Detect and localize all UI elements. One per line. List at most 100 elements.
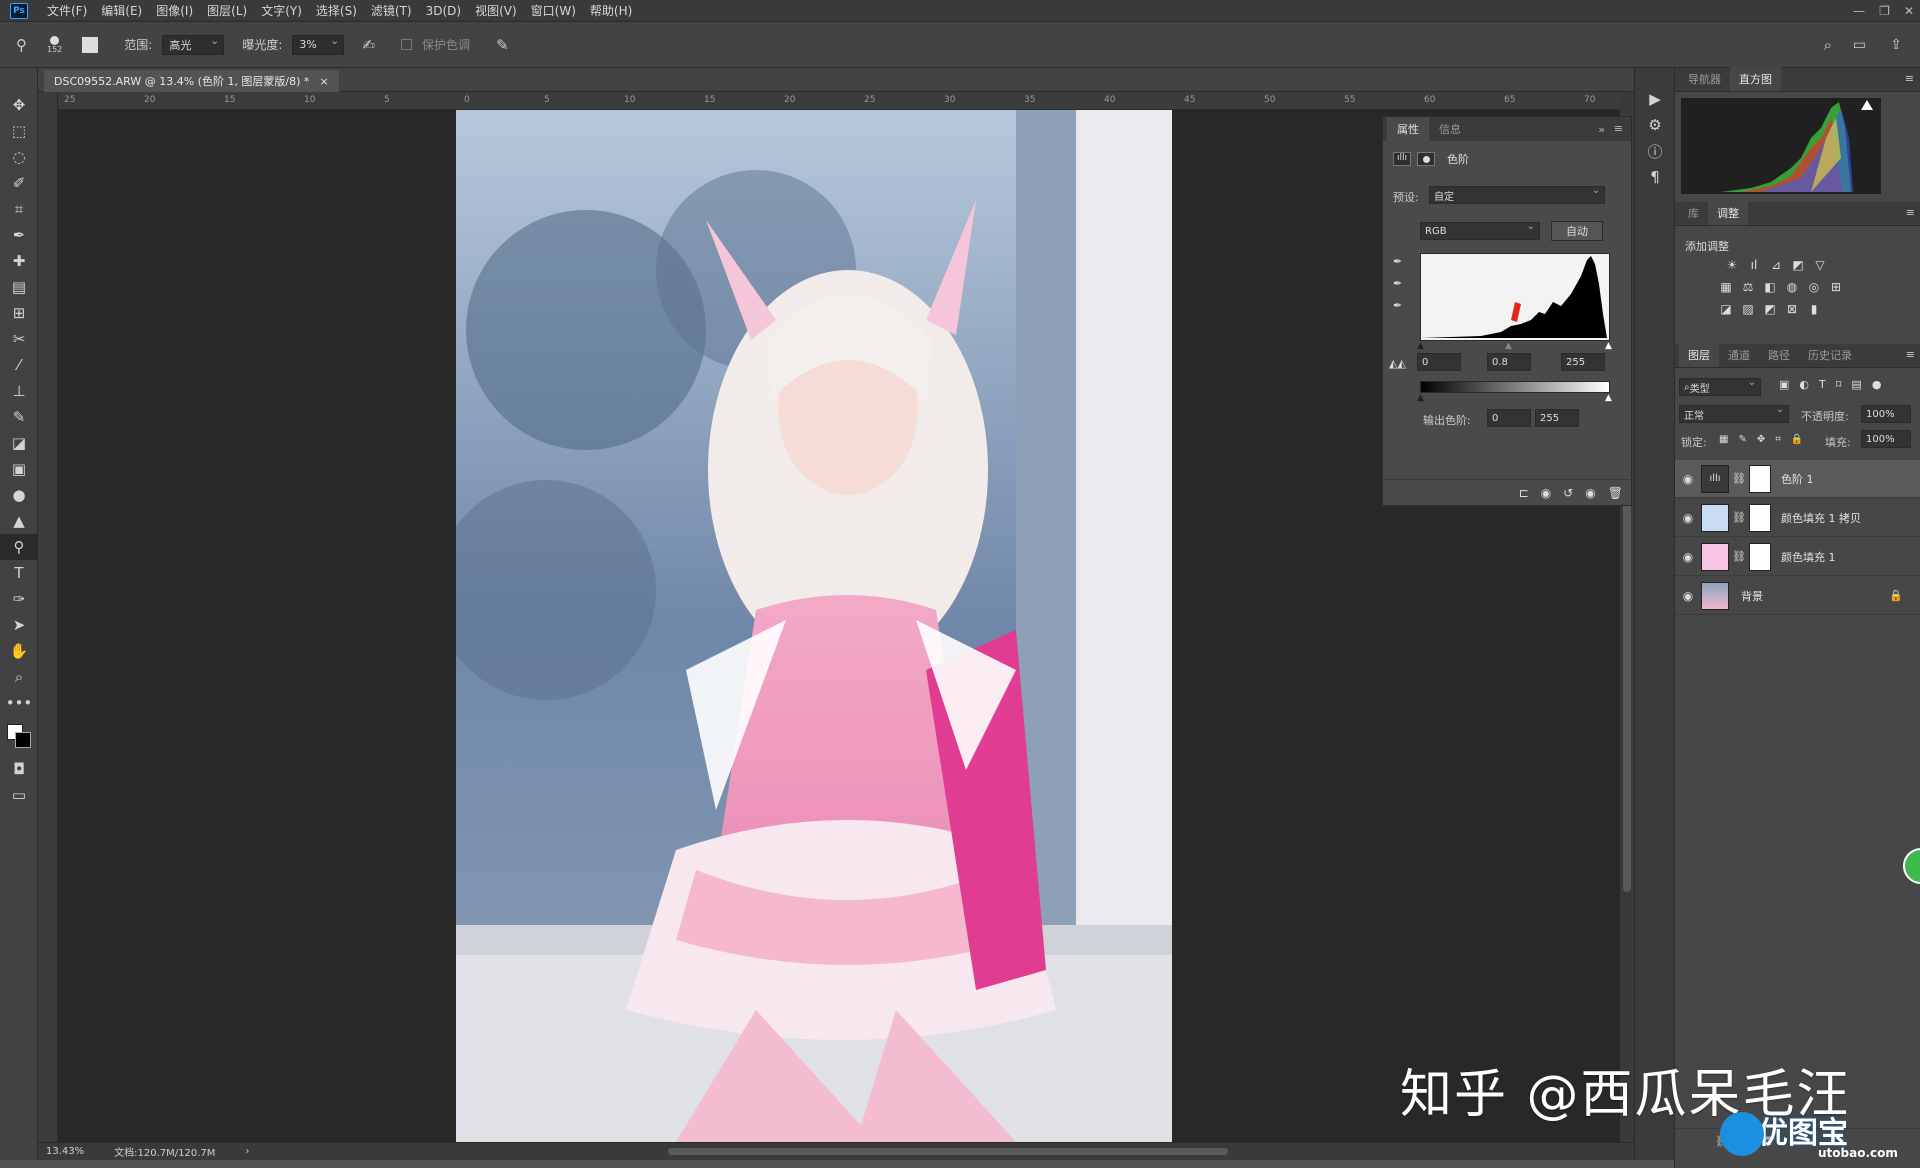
opacity-field[interactable]: 100% bbox=[1861, 405, 1911, 423]
tab-channels[interactable]: 通道 bbox=[1719, 343, 1759, 367]
range-select[interactable]: 高光 bbox=[162, 34, 225, 55]
color-swatches[interactable] bbox=[0, 716, 38, 756]
tab-navigator[interactable]: 导航器 bbox=[1679, 67, 1730, 91]
posterize-icon[interactable]: ▨ bbox=[1740, 302, 1756, 316]
info-icon[interactable]: ⓘ bbox=[1635, 138, 1675, 164]
levels-histogram[interactable] bbox=[1420, 253, 1610, 341]
lock-paint-icon[interactable]: ✎ bbox=[1738, 434, 1746, 445]
photo-filter-icon[interactable]: ◍ bbox=[1784, 280, 1800, 294]
layer-row[interactable]: ◉ ıllı ⛓ 色阶 1 bbox=[1675, 460, 1920, 498]
view-previous-icon[interactable]: ◉ bbox=[1541, 486, 1551, 500]
panel-menu-icon[interactable]: ≡ bbox=[1906, 206, 1915, 219]
history-brush-icon[interactable]: ✎ bbox=[0, 404, 38, 430]
brush-preset-picker[interactable]: 152 bbox=[47, 35, 62, 54]
type-filter-icon[interactable]: T bbox=[1819, 378, 1826, 391]
menu-select[interactable]: 选择(S) bbox=[309, 2, 364, 19]
patch-tool-icon[interactable]: ▤ bbox=[0, 274, 38, 300]
menu-type[interactable]: 文字(Y) bbox=[254, 2, 309, 19]
auto-button[interactable]: 自动 bbox=[1551, 221, 1603, 241]
chain-icon[interactable]: ⛓ bbox=[1732, 472, 1746, 485]
character-panel-icon[interactable]: ¶ bbox=[1635, 164, 1675, 190]
hue-saturation-icon[interactable]: ▦ bbox=[1718, 280, 1734, 294]
pressure-icon[interactable]: ✎ bbox=[496, 36, 509, 54]
panel-menu-icon[interactable]: ≡ bbox=[1905, 72, 1914, 85]
output-white-field[interactable]: 255 bbox=[1535, 409, 1579, 427]
eyedropper-tool-icon[interactable]: ✒ bbox=[0, 222, 38, 248]
dodge-tool-icon[interactable]: ⚲ bbox=[16, 36, 27, 54]
invert-icon[interactable]: ◪ bbox=[1718, 302, 1734, 316]
gradient-map-icon[interactable]: ▮ bbox=[1806, 302, 1822, 316]
minimize-icon[interactable]: — bbox=[1853, 4, 1865, 18]
tab-histogram[interactable]: 直方图 bbox=[1730, 67, 1781, 91]
vertical-ruler[interactable] bbox=[38, 92, 58, 1142]
input-black-slider[interactable]: ▲ bbox=[1417, 341, 1424, 351]
marquee-tool-icon[interactable]: ⬚ bbox=[0, 118, 38, 144]
gradient-tool-icon[interactable]: ▣ bbox=[0, 456, 38, 482]
layer-name[interactable]: 颜色填充 1 bbox=[1781, 549, 1836, 565]
gray-point-eyedropper-icon[interactable]: ✒ bbox=[1393, 277, 1402, 290]
channel-mixer-icon[interactable]: ◎ bbox=[1806, 280, 1822, 294]
type-tool-icon[interactable]: T bbox=[0, 560, 38, 586]
stamp-tool-icon[interactable]: ⊥ bbox=[0, 378, 38, 404]
eraser-tool-icon[interactable]: ◪ bbox=[0, 430, 38, 456]
clip-to-layer-icon[interactable]: ⊏ bbox=[1519, 486, 1529, 500]
filter-toggle-icon[interactable]: ● bbox=[1872, 378, 1882, 391]
input-gray-field[interactable]: 0.8 bbox=[1487, 353, 1531, 371]
vertical-scroll-thumb[interactable] bbox=[1623, 502, 1631, 892]
input-gray-slider[interactable]: ▲ bbox=[1505, 341, 1512, 351]
restore-icon[interactable]: ❐ bbox=[1879, 4, 1890, 18]
output-black-field[interactable]: 0 bbox=[1487, 409, 1531, 427]
tab-info[interactable]: 信息 bbox=[1429, 117, 1471, 141]
panel-menu-icon[interactable]: ≡ bbox=[1906, 348, 1915, 361]
selective-color-icon[interactable]: ⊠ bbox=[1784, 302, 1800, 316]
reset-icon[interactable]: ↺ bbox=[1563, 486, 1573, 500]
delete-icon[interactable]: 🗑 bbox=[1608, 486, 1623, 500]
menu-edit[interactable]: 编辑(E) bbox=[94, 2, 149, 19]
blur-tool-icon[interactable]: ● bbox=[0, 482, 38, 508]
black-white-icon[interactable]: ◧ bbox=[1762, 280, 1778, 294]
input-white-slider[interactable]: ▲ bbox=[1605, 341, 1612, 351]
channel-select[interactable]: RGB bbox=[1420, 221, 1540, 240]
dodge-tool-icon[interactable]: ⚲ bbox=[0, 534, 38, 560]
layer-row[interactable]: ◉ ⛓ 颜色填充 1 bbox=[1675, 538, 1920, 576]
quick-select-icon[interactable]: ✐ bbox=[0, 170, 38, 196]
color-balance-icon[interactable]: ⚖ bbox=[1740, 280, 1756, 294]
lock-all-icon[interactable]: 🔒 bbox=[1791, 434, 1803, 445]
airbrush-icon[interactable]: ✍ bbox=[362, 36, 375, 54]
more-tools-icon[interactable]: ••• bbox=[0, 690, 38, 716]
brush-panel-icon[interactable] bbox=[82, 36, 99, 53]
white-point-eyedropper-icon[interactable]: ✒ bbox=[1393, 299, 1402, 312]
adjust-filter-icon[interactable]: ◐ bbox=[1799, 378, 1809, 391]
background-color[interactable] bbox=[15, 732, 31, 748]
sharpen-tool-icon[interactable]: ▲ bbox=[0, 508, 38, 534]
layer-mask-thumb[interactable] bbox=[1748, 464, 1771, 493]
brush-tool-icon[interactable]: ⁄ bbox=[0, 352, 38, 378]
eye-icon[interactable]: ◉ bbox=[1675, 472, 1701, 486]
healing-brush-icon[interactable]: ✚ bbox=[0, 248, 38, 274]
share-icon[interactable]: ⇪ bbox=[1890, 37, 1902, 53]
toggle-visibility-icon[interactable]: ◉ bbox=[1585, 486, 1595, 500]
curves-icon[interactable]: ⊿ bbox=[1768, 258, 1784, 272]
protect-tones-checkbox[interactable] bbox=[400, 39, 412, 50]
document-tab[interactable]: DSC09552.ARW @ 13.4% (色阶 1, 图层蒙版/8) * × bbox=[44, 70, 339, 92]
menu-view[interactable]: 视图(V) bbox=[468, 2, 524, 19]
menu-help[interactable]: 帮助(H) bbox=[583, 2, 639, 19]
collapse-icon[interactable]: » bbox=[1598, 123, 1605, 136]
menu-filter[interactable]: 滤镜(T) bbox=[364, 2, 419, 19]
play-icon[interactable]: ▶ bbox=[1635, 86, 1675, 112]
lasso-tool-icon[interactable]: ◌ bbox=[0, 144, 38, 170]
tab-properties[interactable]: 属性 bbox=[1387, 117, 1429, 141]
brightness-icon[interactable]: ☀ bbox=[1724, 258, 1740, 272]
layer-mask-thumb[interactable] bbox=[1748, 542, 1771, 571]
path-select-icon[interactable]: ➤ bbox=[0, 612, 38, 638]
layer-filter-select[interactable]: ⌕ 类型 bbox=[1679, 377, 1761, 396]
layer-name[interactable]: 颜色填充 1 拷贝 bbox=[1781, 510, 1861, 526]
pixel-filter-icon[interactable]: ▣ bbox=[1779, 378, 1789, 391]
search-icon[interactable]: ⌕ bbox=[1824, 36, 1832, 54]
zoom-tool-icon[interactable]: ⌕ bbox=[0, 664, 38, 690]
menu-file[interactable]: 文件(F) bbox=[40, 2, 94, 19]
layer-name[interactable]: 色阶 1 bbox=[1781, 471, 1814, 487]
output-white-slider[interactable]: ▲ bbox=[1605, 393, 1612, 403]
tab-library[interactable]: 库 bbox=[1679, 201, 1708, 225]
color-lookup-icon[interactable]: ⊞ bbox=[1828, 280, 1844, 294]
